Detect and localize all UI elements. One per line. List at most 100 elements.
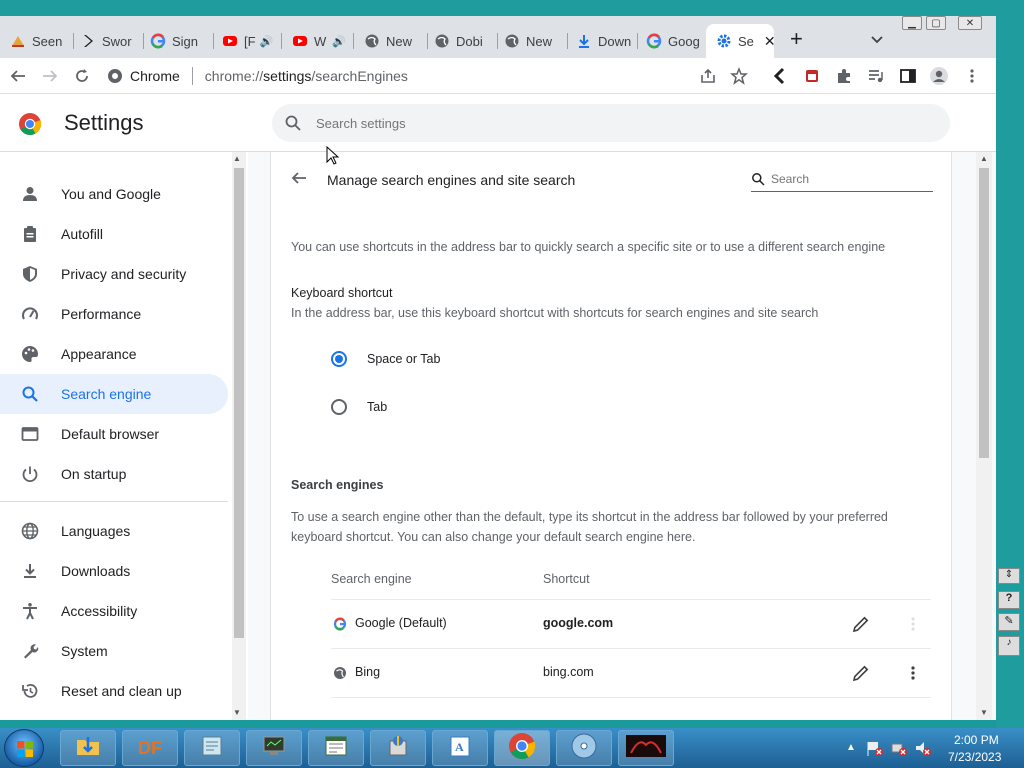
sidebar-item-on-startup[interactable]: On startup xyxy=(0,454,228,494)
tab-7[interactable]: New xyxy=(504,28,568,54)
engine-search-box[interactable] xyxy=(751,166,933,192)
settings-search-box[interactable] xyxy=(272,104,950,142)
sidebar-item-performance[interactable]: Performance xyxy=(0,294,228,334)
more-menu-icon[interactable] xyxy=(962,66,982,86)
tab-1[interactable]: Swor xyxy=(80,28,144,54)
maximize-icon[interactable]: ▢ xyxy=(926,16,946,30)
help-icon[interactable]: ? xyxy=(998,591,1020,609)
game-icon xyxy=(625,733,667,764)
network-flag-icon[interactable] xyxy=(866,739,884,757)
download-icon xyxy=(576,33,592,49)
sidebar-item-system[interactable]: System xyxy=(0,631,228,671)
sidebar-item-reset[interactable]: Reset and clean up xyxy=(0,671,228,711)
tab-3[interactable]: [F 🔊 xyxy=(222,28,282,54)
shield-icon xyxy=(20,264,40,284)
sidebar-item-accessibility[interactable]: Accessibility xyxy=(0,591,228,631)
back-arrow-icon[interactable] xyxy=(8,66,28,86)
intro-text: You can use shortcuts in the address bar… xyxy=(291,240,886,254)
taskbar-app-document[interactable] xyxy=(308,730,364,766)
radio-tab[interactable] xyxy=(331,399,347,415)
new-tab-icon[interactable]: + xyxy=(790,28,808,50)
sidebar-item-autofill[interactable]: Autofill xyxy=(0,214,228,254)
sidebar-item-downloads[interactable]: Downloads xyxy=(0,551,228,591)
settings-search-input[interactable] xyxy=(316,115,916,131)
close-tab-icon[interactable]: ✕ xyxy=(764,33,774,50)
taskbar-app-chrome[interactable] xyxy=(494,730,550,766)
sidebar-divider xyxy=(0,501,228,502)
side-panel-icon[interactable] xyxy=(898,66,918,86)
youtube-icon xyxy=(222,33,238,49)
media-queue-icon[interactable] xyxy=(866,66,886,86)
tab-8[interactable]: Down xyxy=(576,28,638,54)
tab-0[interactable]: Seen xyxy=(10,28,74,54)
radio-space-or-tab-label[interactable]: Space or Tab xyxy=(367,352,440,366)
start-button[interactable] xyxy=(4,729,44,767)
radio-tab-label[interactable]: Tab xyxy=(367,400,387,414)
show-hidden-icons-arrow-icon[interactable]: ▲ xyxy=(846,742,856,753)
sidebar-item-default-browser[interactable]: Default browser xyxy=(0,414,228,454)
table-row[interactable]: Google (Default) google.com xyxy=(331,600,931,648)
extension-arrow-icon[interactable] xyxy=(770,66,790,86)
taskbar-app-game[interactable] xyxy=(618,730,674,766)
tab-5[interactable]: New xyxy=(364,28,428,54)
settings-header: Settings xyxy=(0,94,996,152)
clock-time[interactable]: 2:00 PM xyxy=(954,733,999,747)
sidebar-item-appearance[interactable]: Appearance xyxy=(0,334,228,374)
engine-search-input[interactable] xyxy=(771,171,921,186)
minimize-icon[interactable]: ▁ xyxy=(902,16,922,30)
tool-icon[interactable]: ✎ xyxy=(998,613,1020,631)
taskbar-app-media[interactable] xyxy=(556,730,612,766)
settings-gear-icon xyxy=(716,33,732,49)
calendar-extension-icon[interactable] xyxy=(802,66,822,86)
tab-search-chevron-icon[interactable] xyxy=(868,30,886,48)
sidebar-item-search-engine[interactable]: Search engine xyxy=(0,374,228,414)
puzzle-extensions-icon[interactable] xyxy=(834,66,854,86)
forward-arrow-icon[interactable] xyxy=(40,66,60,86)
amplify-icon[interactable]: ♪ xyxy=(998,636,1020,656)
taskbar-app-installer[interactable] xyxy=(370,730,426,766)
share-icon[interactable] xyxy=(698,66,718,86)
media-icon xyxy=(570,732,598,765)
taskbar-app-explorer[interactable] xyxy=(60,730,116,766)
scroll-up-arrow-icon[interactable]: ▲ xyxy=(980,154,988,163)
taskbar-app-notepad[interactable] xyxy=(184,730,240,766)
scroll-down-arrow-icon[interactable]: ▼ xyxy=(233,708,241,717)
close-window-icon[interactable]: ✕ xyxy=(958,16,982,30)
sidebar-item-languages[interactable]: Languages xyxy=(0,511,228,551)
taskbar-app-df[interactable]: DF xyxy=(122,730,178,766)
desktop-widget-arrows-icon[interactable]: ⇕ xyxy=(998,568,1020,584)
main-scrollbar-thumb[interactable] xyxy=(979,168,989,458)
sidebar-item-privacy[interactable]: Privacy and security xyxy=(0,254,228,294)
scroll-down-arrow-icon[interactable]: ▼ xyxy=(980,708,988,717)
speaker-icon[interactable]: 🔊 xyxy=(260,35,274,48)
bookmark-star-icon[interactable] xyxy=(729,66,749,86)
speaker-icon[interactable]: 🔊 xyxy=(332,35,346,48)
windows-taskbar: DF A ▲ 2:00 PM 7/23/2023 xyxy=(0,728,1024,768)
tab-4[interactable]: W 🔊 xyxy=(292,28,354,54)
sidebar-item-you-and-google[interactable]: You and Google xyxy=(0,174,228,214)
clock-date[interactable]: 7/23/2023 xyxy=(948,750,1001,764)
browser-toolbar: Chrome chrome://settings/searchEngines xyxy=(0,58,996,94)
tab-10-active[interactable]: Se ✕ xyxy=(706,24,774,58)
tab-9[interactable]: Goog xyxy=(646,28,704,54)
more-actions-icon[interactable] xyxy=(905,663,921,683)
network-status-icon[interactable] xyxy=(890,739,908,757)
edit-pencil-icon[interactable] xyxy=(851,614,871,634)
globe-icon xyxy=(364,33,380,49)
radio-space-or-tab[interactable] xyxy=(331,351,347,367)
page-title: Manage search engines and site search xyxy=(327,172,576,188)
taskbar-app-monitor[interactable] xyxy=(246,730,302,766)
table-row[interactable]: Bing bing.com xyxy=(331,649,931,697)
tab-6[interactable]: Dobi xyxy=(434,28,498,54)
google-icon xyxy=(333,617,347,631)
volume-muted-icon[interactable] xyxy=(914,739,932,757)
scroll-up-arrow-icon[interactable]: ▲ xyxy=(233,154,241,163)
back-arrow-icon[interactable] xyxy=(289,168,309,188)
address-bar[interactable]: Chrome chrome://settings/searchEngines xyxy=(106,61,726,91)
profile-avatar-icon[interactable] xyxy=(929,66,949,86)
taskbar-app-wordpad[interactable]: A xyxy=(432,730,488,766)
edit-pencil-icon[interactable] xyxy=(851,663,871,683)
reload-icon[interactable] xyxy=(72,66,92,86)
tab-2[interactable]: Sign xyxy=(150,28,214,54)
sidebar-scrollbar-thumb[interactable] xyxy=(234,168,244,638)
